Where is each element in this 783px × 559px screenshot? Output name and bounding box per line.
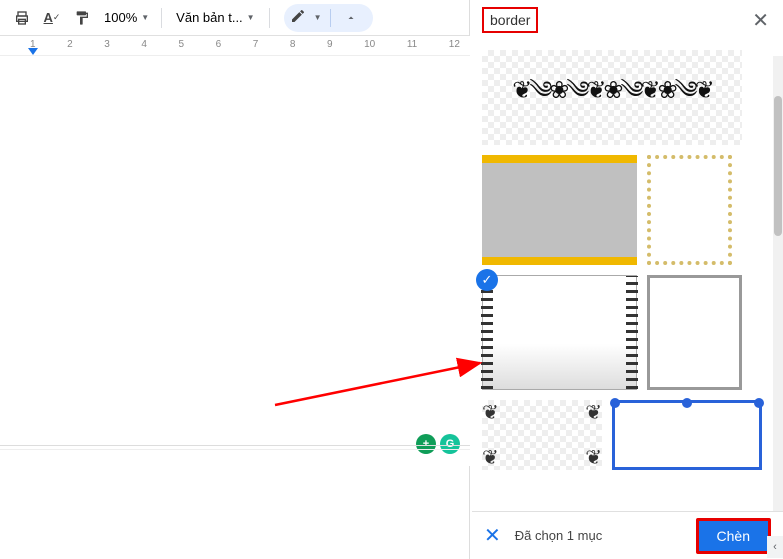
result-image-yellow-frame[interactable]: [482, 155, 637, 265]
ruler[interactable]: 123456789101112: [0, 36, 470, 56]
dropdown-icon: ▼: [314, 13, 322, 22]
panel-header: border ✕: [472, 0, 783, 40]
dropdown-icon: ▼: [141, 13, 149, 22]
extension-badge-1[interactable]: +: [416, 434, 436, 454]
image-search-panel: border ✕ ❦༄❀༄❦❀༄❦❀༄❦ ✓ ❦ ❦ ❦ ❦: [472, 0, 783, 559]
result-image-blue-frame[interactable]: [612, 400, 762, 470]
ruler-numbers: 123456789101112: [30, 39, 460, 50]
result-image-vine-border[interactable]: [482, 275, 637, 390]
indent-marker[interactable]: [28, 48, 38, 55]
result-image-ornament[interactable]: ❦༄❀༄❦❀༄❦❀༄❦: [482, 50, 742, 145]
document-area[interactable]: + G: [0, 56, 470, 466]
expand-side-panel-icon[interactable]: ‹: [767, 536, 783, 558]
search-results[interactable]: ❦༄❀༄❦❀༄❦❀༄❦ ✓ ❦ ❦ ❦ ❦: [472, 40, 783, 511]
corner-graphic: [754, 398, 764, 408]
separator: [269, 8, 270, 28]
result-image-plain-frame[interactable]: [647, 275, 742, 390]
pen-icon: [290, 8, 306, 27]
print-button[interactable]: [8, 4, 36, 32]
clear-selection-icon[interactable]: ✕: [484, 523, 501, 548]
search-input[interactable]: border: [482, 7, 538, 33]
paragraph-style-select[interactable]: Văn bản t... ▼: [168, 4, 262, 32]
corner-graphic: ❦: [585, 400, 602, 425]
corner-graphic: [682, 398, 692, 408]
corner-graphic: ❦: [585, 445, 602, 470]
zoom-select[interactable]: 100% ▼: [98, 4, 155, 32]
mode-selector[interactable]: ▼: [284, 4, 373, 32]
selection-count: Đã chọn 1 mục: [515, 528, 682, 543]
ornament-graphic: ❦༄❀༄❦❀༄❦❀༄❦: [512, 64, 711, 131]
selected-check-icon: ✓: [476, 269, 498, 291]
corner-graphic: ❦: [482, 400, 499, 425]
scrollbar-thumb[interactable]: [774, 96, 782, 236]
paint-format-button[interactable]: [68, 4, 96, 32]
dropdown-icon: ▼: [247, 13, 255, 22]
panel-footer: ✕ Đã chọn 1 mục Chèn: [472, 511, 783, 559]
zoom-value: 100%: [104, 10, 137, 25]
toolbar: A✓ 100% ▼ Văn bản t... ▼ ▼: [0, 0, 469, 36]
style-value: Văn bản t...: [176, 10, 243, 25]
result-image-gold-border[interactable]: [647, 155, 732, 265]
result-image-corner-ornament[interactable]: ❦ ❦ ❦ ❦: [482, 400, 602, 470]
insert-button[interactable]: Chèn: [696, 518, 771, 554]
separator: [161, 8, 162, 28]
collapse-up-icon[interactable]: [339, 6, 363, 30]
vertical-scrollbar[interactable]: [773, 56, 783, 511]
extension-badges: + G: [416, 434, 460, 454]
separator: [330, 9, 331, 27]
spellcheck-button[interactable]: A✓: [38, 4, 66, 32]
extension-badge-2[interactable]: G: [440, 434, 460, 454]
corner-graphic: ❦: [482, 445, 499, 470]
result-image-selected-wrapper: ✓: [482, 275, 637, 390]
close-icon[interactable]: ✕: [748, 4, 773, 37]
corner-graphic: [610, 398, 620, 408]
